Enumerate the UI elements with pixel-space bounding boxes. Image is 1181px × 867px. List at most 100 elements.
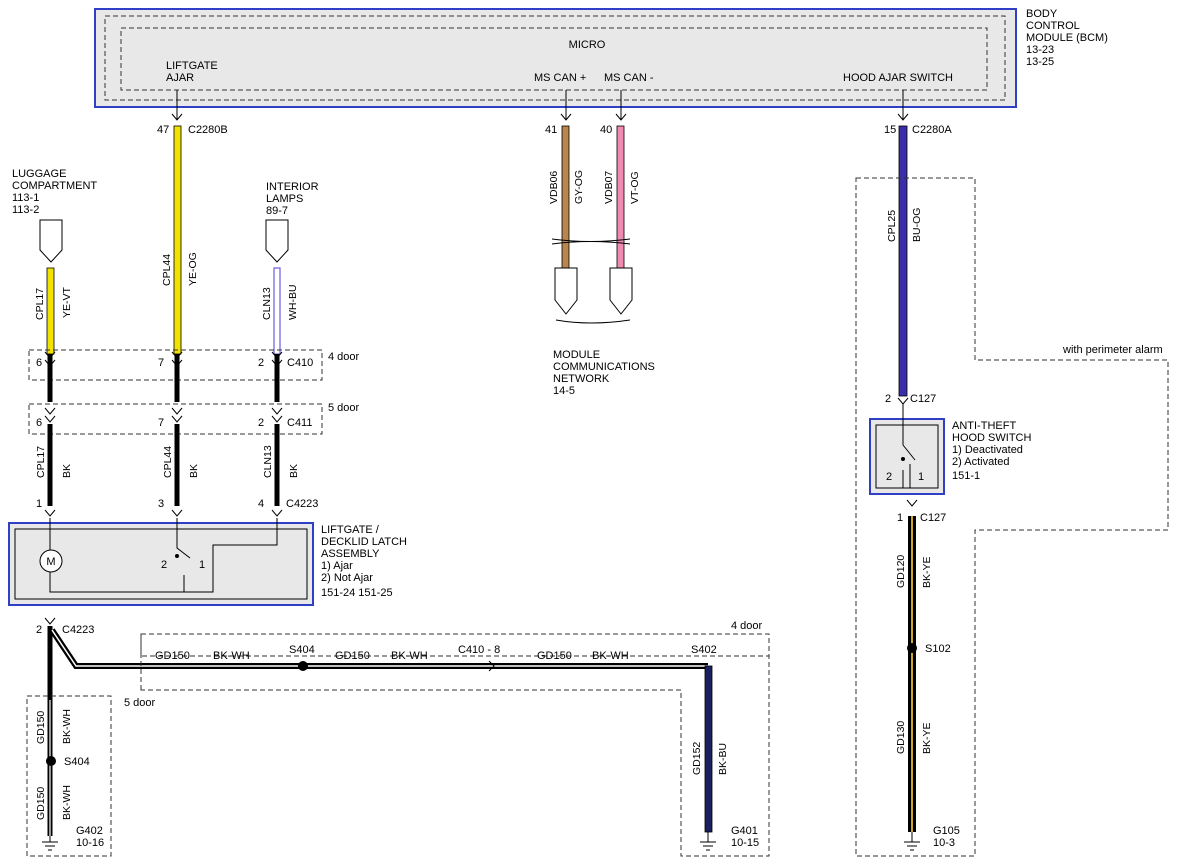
c410-pin-2: 2 — [258, 357, 264, 369]
label-cpl25: CPL25 — [886, 210, 898, 242]
wire-bk-ye-stripe — [911, 516, 913, 832]
interior-lamps-connector-shape — [265, 219, 289, 263]
ground-g105-ref: 10-3 — [933, 837, 955, 849]
label-bk-wh-h1: BK-WH — [213, 650, 250, 662]
c411-pin-7: 7 — [158, 417, 164, 429]
motor-label: M — [46, 556, 55, 568]
connector-c2280a: C2280A — [912, 124, 952, 136]
bcm-module[interactable] — [94, 8, 1017, 108]
label-bk-1: BK — [61, 464, 73, 478]
mcn-label-1: MODULE — [553, 349, 600, 361]
liftgate-ajar-label-1: LIFTGATE — [166, 60, 218, 72]
c4223-pin-2: 2 — [36, 624, 42, 636]
label-cpl44-a: CPL44 — [161, 254, 173, 286]
connector-c127-bottom: C127 — [920, 512, 946, 524]
c4223-pin-3: 3 — [158, 498, 164, 510]
ms-can-plus-label: MS CAN + — [534, 72, 586, 84]
ground-g402: G402 — [76, 825, 103, 837]
latch-switch-pos-2: 2 — [161, 559, 167, 571]
label-cln13-b: CLN13 — [262, 445, 274, 478]
ground-g105: G105 — [933, 825, 960, 837]
wire-vdb07-vt-og[interactable] — [616, 125, 625, 269]
splice-s402: S402 — [691, 644, 717, 656]
wire-cln13-wh-bu[interactable] — [273, 267, 281, 355]
interior-label-1: INTERIOR — [266, 181, 319, 193]
latch-label-3: ASSEMBLY — [321, 548, 380, 560]
bcm-ref-1: 13-23 — [1026, 44, 1054, 56]
micro-label: MICRO — [569, 39, 606, 51]
bcm-title-3: MODULE (BCM) — [1026, 32, 1108, 44]
c4223-lower-chevron — [44, 617, 56, 625]
connector-c2280b: C2280B — [188, 124, 228, 136]
label-gy-og: GY-OG — [573, 170, 585, 204]
latch-state-1: 1) Ajar — [321, 560, 353, 572]
ms-can-minus-connector-shape — [609, 267, 633, 315]
liftgate-ajar-label-2: AJAR — [166, 72, 194, 84]
c127-pin-2: 2 — [885, 393, 891, 405]
interior-ref: 89-7 — [266, 205, 288, 217]
c411-pin-2: 2 — [258, 417, 264, 429]
splice-s404-a-dot — [298, 661, 308, 671]
ms-can-minus-label: MS CAN - — [604, 72, 654, 84]
wiring-diagram: MICRO LIFTGATE AJAR MS CAN + MS CAN - HO… — [8, 8, 1169, 857]
hood-switch-pivot — [901, 457, 905, 461]
pin-41: 41 — [545, 124, 557, 136]
label-gd120: GD120 — [895, 555, 907, 588]
mcn-label-2: COMMUNICATIONS — [553, 361, 655, 373]
c127-pin-1: 1 — [897, 512, 903, 524]
interior-label-2: LAMPS — [266, 193, 303, 205]
hood-ajar-switch-label: HOOD AJAR SWITCH — [843, 72, 953, 84]
splice-s404-a: S404 — [289, 644, 315, 656]
label-gd152: GD152 — [691, 742, 703, 775]
splice-s404-b-dot — [46, 756, 56, 766]
label-bk-wh-h3: BK-WH — [592, 650, 629, 662]
luggage-ref-2: 113-2 — [12, 204, 39, 216]
bcm-ref-2: 13-25 — [1026, 56, 1054, 68]
variant-5-door-a: 5 door — [328, 402, 360, 414]
luggage-label-2: COMPARTMENT — [12, 180, 97, 192]
wire-cpl17-ye-vt[interactable] — [46, 267, 55, 355]
label-bk-bu: BK-BU — [717, 743, 729, 775]
label-gd150-v2: GD150 — [35, 787, 47, 820]
ground-g401-ref: 10-15 — [731, 837, 759, 849]
wire-cpl44-ye-og[interactable] — [173, 125, 182, 355]
anti-theft-hood-switch[interactable] — [869, 418, 945, 495]
hood-label-1: ANTI-THEFT — [952, 420, 1016, 432]
wire-gd152-bk-bu[interactable] — [704, 665, 713, 833]
c127-bottom-chevron — [906, 499, 918, 507]
connector-c4223: C4223 — [286, 498, 318, 510]
label-gd150-h2: GD150 — [335, 650, 370, 662]
wire-cpl25-bu-og[interactable] — [898, 125, 908, 397]
network-brace — [555, 319, 631, 324]
label-gd150-h1: GD150 — [155, 650, 190, 662]
luggage-ref-1: 113-1 — [12, 192, 39, 204]
wire-vdb06-gy-og[interactable] — [561, 125, 570, 269]
hood-label-2: HOOD SWITCH — [952, 432, 1031, 444]
connector-c127-top: C127 — [910, 393, 936, 405]
ground-g402-ref: 10-16 — [76, 837, 104, 849]
label-gd150-h3: GD150 — [537, 650, 572, 662]
label-bk-ye-1: BK-YE — [921, 556, 933, 588]
latch-switch-pivot — [175, 554, 179, 558]
c4223-chevrons — [44, 509, 283, 517]
c127-top-chevron — [897, 397, 909, 405]
variant-4-door-a: 4 door — [328, 351, 360, 363]
connector-c411: C411 — [287, 417, 312, 429]
variant-5-door-b: 5 door — [124, 697, 156, 709]
hood-ref: 151-1 — [952, 470, 980, 482]
variant-4-door-b: 4 door — [731, 620, 763, 632]
c410-pin-6: 6 — [36, 357, 42, 369]
bcm-title-2: CONTROL — [1026, 20, 1080, 32]
mcn-ref: 14-5 — [553, 385, 575, 397]
ground-symbols — [42, 832, 920, 851]
label-vdb07: VDB07 — [603, 171, 615, 204]
label-cpl17-b: CPL17 — [35, 446, 47, 478]
label-bk-3: BK — [288, 464, 300, 478]
luggage-label-1: LUGGAGE — [12, 168, 66, 180]
label-ye-og: YE-OG — [187, 252, 199, 286]
bcm-title-1: BODY — [1026, 8, 1058, 20]
latch-switch-pos-1: 1 — [199, 559, 205, 571]
connector-c410: C410 — [287, 357, 313, 369]
label-wh-bu: WH-BU — [287, 284, 299, 320]
pin-47: 47 — [157, 124, 169, 136]
